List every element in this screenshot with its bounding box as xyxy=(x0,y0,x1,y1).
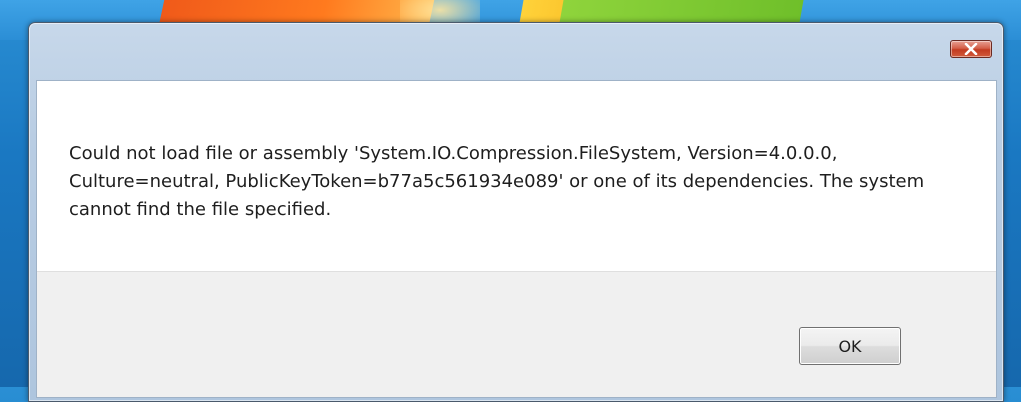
ok-button[interactable]: OK xyxy=(799,327,901,365)
dialog-content: Could not load file or assembly 'System.… xyxy=(36,80,997,398)
dialog-titlebar xyxy=(29,23,1003,80)
error-dialog: Could not load file or assembly 'System.… xyxy=(28,22,1004,402)
error-message: Could not load file or assembly 'System.… xyxy=(69,143,925,220)
dialog-button-bar: OK xyxy=(37,271,996,397)
close-button[interactable] xyxy=(950,40,992,58)
close-icon xyxy=(964,43,978,55)
